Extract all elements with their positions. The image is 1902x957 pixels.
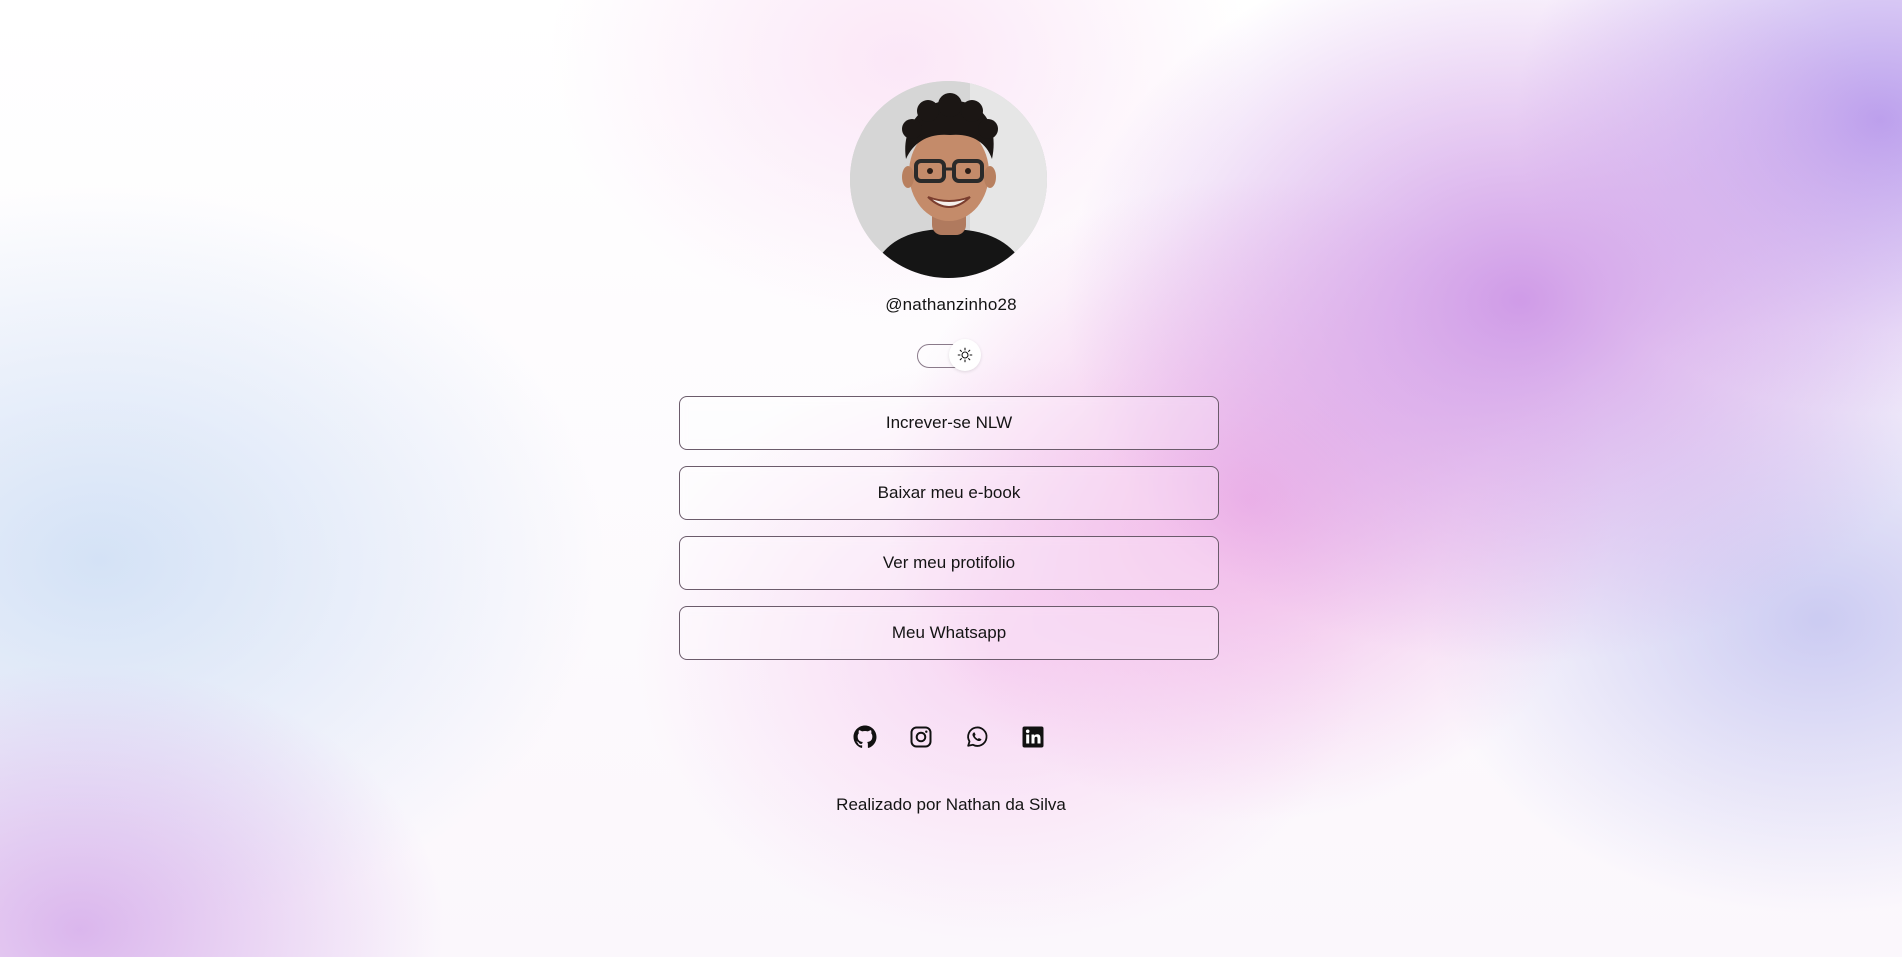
- username: @nathanzinho28: [885, 295, 1017, 314]
- theme-toggle[interactable]: [917, 339, 981, 371]
- theme-toggle-knob[interactable]: [949, 339, 981, 371]
- instagram-icon[interactable]: [905, 721, 937, 753]
- avatar-photo: [850, 81, 1047, 278]
- social-links: [849, 721, 1049, 753]
- link-button-portfolio[interactable]: Ver meu protifolio: [679, 536, 1219, 590]
- page-container: @nathanzinho28 Increver-se NLW Baixar me…: [0, 0, 1902, 957]
- link-button-whatsapp[interactable]: Meu Whatsapp: [679, 606, 1219, 660]
- footer-credit: Realizado por Nathan da Silva: [836, 795, 1066, 814]
- link-list: Increver-se NLW Baixar meu e-book Ver me…: [679, 396, 1219, 676]
- link-button-nlw[interactable]: Increver-se NLW: [679, 396, 1219, 450]
- avatar: [850, 81, 1047, 278]
- linkedin-icon[interactable]: [1017, 721, 1049, 753]
- sun-icon: [957, 347, 973, 363]
- whatsapp-icon[interactable]: [961, 721, 993, 753]
- link-button-ebook[interactable]: Baixar meu e-book: [679, 466, 1219, 520]
- github-icon[interactable]: [849, 721, 881, 753]
